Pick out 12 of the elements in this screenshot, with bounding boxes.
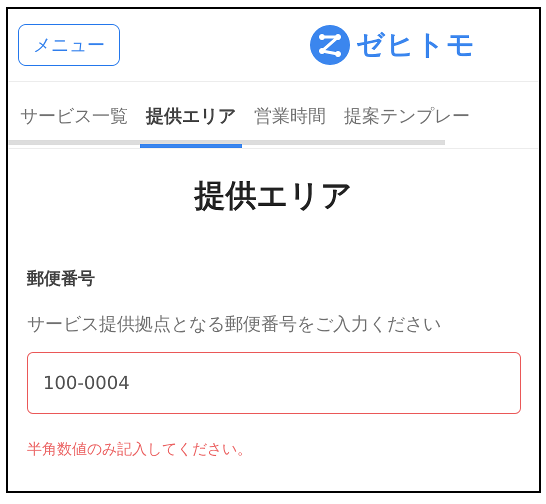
tab[interactable]: サービス一覧: [14, 104, 134, 148]
logo-text: ゼヒトモ: [356, 27, 476, 63]
tab[interactable]: 営業時間: [248, 104, 332, 148]
field-label: 郵便番号: [27, 268, 96, 290]
field-hint: サービス提供拠点となる郵便番号をご入力ください: [27, 313, 442, 336]
logo-icon: [310, 25, 350, 65]
postal-code-field[interactable]: 100-0004: [27, 352, 521, 414]
page-title: 提供エリア: [192, 177, 354, 216]
tab[interactable]: 提供エリア: [140, 104, 242, 148]
menu-button[interactable]: メニュー: [18, 24, 120, 66]
error-message: 半角数値のみ記入してください。: [27, 440, 253, 459]
tab[interactable]: 提案テンプレー: [338, 104, 476, 148]
